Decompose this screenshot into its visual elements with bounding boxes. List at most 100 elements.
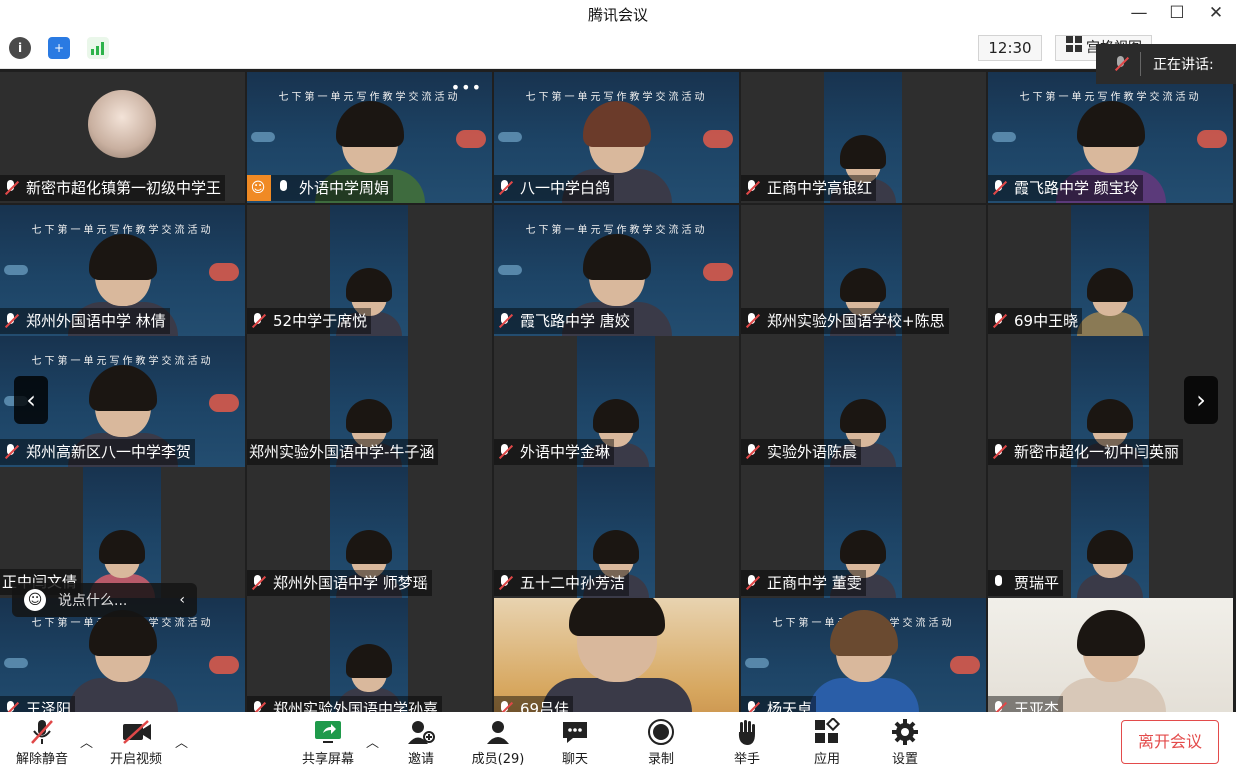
mic-muted-icon [990,179,1008,197]
participant-name: 实验外语陈晨 [767,443,858,461]
participant-tile[interactable]: 外语中学金琳 [494,336,739,467]
participant-tile[interactable]: 七下第一单元写作教学交流活动 ••• ☺ 外语中学周娟 [247,72,492,203]
members-label: 成员(29) [471,752,525,767]
participant-name: 霞飞路中学 唐姣 [520,312,630,330]
maximize-button[interactable]: ☐ [1164,2,1190,24]
mic-muted-icon [496,179,514,197]
participant-tile[interactable]: 正商中学高银红 [741,72,986,203]
meeting-controls: 解除静音 ︿ 开启视频 ︿ 共享屏幕 ︿ 邀请 成员(29) 聊天 录制 举手 … [0,712,1236,775]
meeting-toolbar: i + 12:30 宫格视图 [0,28,1236,69]
participant-name: 正商中学高银红 [767,179,873,197]
participant-tile[interactable]: 贾瑞平 [988,467,1233,598]
mic-muted-icon [27,718,57,746]
invite-label: 邀请 [407,752,434,767]
shield-icon[interactable]: + [48,37,70,59]
participant-tile[interactable]: 五十二中孙芳洁 [494,467,739,598]
video-options-chevron-icon[interactable]: ︿ [175,732,188,751]
share-label: 共享屏幕 [301,752,354,767]
participant-tile[interactable]: 新密市超化镇第一初级中学王 [0,72,245,203]
more-options-icon[interactable]: ••• [451,78,482,97]
participant-name: 外语中学周娟 [299,179,390,197]
next-page-button[interactable]: › [1184,376,1218,424]
close-button[interactable]: ✕ [1203,2,1229,24]
leave-meeting-button[interactable]: 离开会议 [1121,720,1219,764]
speaking-label: 正在讲话: [1153,57,1214,73]
invite-button[interactable]: 邀请 [398,718,444,767]
participant-tile[interactable]: 69中王晓 [988,205,1233,336]
participant-name: 郑州外国语中学 林倩 [26,312,166,330]
apps-button[interactable]: 应用 [804,718,850,767]
raise-hand-button[interactable]: 举手 [724,718,770,767]
participant-tile[interactable]: 王亚杰 [988,598,1233,712]
mic-muted-icon [743,312,761,330]
mic-muted-icon [249,312,267,330]
chat-button[interactable]: 聊天 [552,718,598,767]
members-button[interactable]: 成员(29) [468,718,528,767]
participant-name: 杨天卓 [767,700,813,712]
participant-name: 69吕佳 [520,700,570,712]
info-icon[interactable]: i [9,37,31,59]
participant-tile[interactable]: 郑州实验外国语学校+陈思 [741,205,986,336]
mic-muted-icon [743,700,761,712]
grid-icon [1066,36,1082,60]
participant-name: 五十二中孙芳洁 [520,574,626,592]
participant-name: 郑州实验外国语中学孙嘉 [273,700,439,712]
chat-bubble-icon [560,718,590,746]
participant-tile[interactable]: 七下第一单元写作教学交流活动 霞飞路中学 唐姣 [494,205,739,336]
camera-off-icon [121,718,151,746]
share-options-chevron-icon[interactable]: ︿ [366,732,379,751]
collapse-chevron-icon[interactable]: ‹ [179,592,185,608]
chat-placeholder: 说点什么... [58,593,128,609]
meeting-clock: 12:30 [978,35,1042,61]
mic-muted-icon [496,700,514,712]
prev-page-button[interactable]: ‹ [14,376,48,424]
members-icon [483,718,513,746]
mic-muted-icon [496,443,514,461]
mic-muted-icon [2,700,20,712]
start-video-button[interactable]: 开启视频 [106,718,166,767]
audio-options-chevron-icon[interactable]: ︿ [80,732,93,751]
participant-name: 郑州实验外国语中学-牛子涵 [249,443,435,461]
unmute-button[interactable]: 解除静音 [12,718,72,767]
record-label: 录制 [647,752,674,767]
apps-icon [812,718,842,746]
participant-tile[interactable]: 郑州实验外国语中学孙嘉 [247,598,492,712]
record-icon [646,718,676,746]
chat-quick-input[interactable]: ☺ 说点什么... ‹ [12,583,197,617]
mic-muted-icon [496,312,514,330]
mic-muted-icon [743,179,761,197]
participant-tile[interactable]: 七下第一单元写作教学交流活动 八一中学白鸽 [494,72,739,203]
speaking-indicator: 正在讲话: [1096,44,1236,84]
participant-tile[interactable]: 正商中学 董雯 [741,467,986,598]
participant-tile[interactable]: 七下第一单元写作教学交流活动 杨天卓 [741,598,986,712]
participant-tile[interactable]: 郑州实验外国语中学-牛子涵 [247,336,492,467]
settings-label: 设置 [891,752,918,767]
participant-tile[interactable]: 69吕佳 [494,598,739,712]
participant-name: 王亚杰 [1014,700,1060,712]
mic-muted-icon [743,443,761,461]
participant-name: 郑州高新区八一中学李贺 [26,443,192,461]
participant-tile[interactable]: 七下第一单元写作教学交流活动 郑州外国语中学 林倩 [0,205,245,336]
participant-tile[interactable]: 52中学于席悦 [247,205,492,336]
participant-name: 贾瑞平 [1014,574,1060,592]
invite-user-icon [406,718,436,746]
mic-muted-icon [249,574,267,592]
record-button[interactable]: 录制 [638,718,684,767]
mic-on-icon [275,179,293,197]
share-screen-button[interactable]: 共享屏幕 [298,718,358,767]
participant-tile[interactable]: 实验外语陈晨 [741,336,986,467]
participant-tile[interactable]: 正中闫文倩 [0,467,245,598]
mic-muted-icon [743,574,761,592]
participant-name: 新密市超化一初中闫英丽 [1014,443,1180,461]
participant-tile[interactable]: 郑州外国语中学 师梦瑶 [247,467,492,598]
mic-muted-icon [990,700,1008,712]
smiley-icon[interactable]: ☺ [24,589,46,611]
mic-muted-icon [2,179,20,197]
participant-tile[interactable]: 七下第一单元写作教学交流活动 霞飞路中学 颜宝玲 [988,72,1233,203]
video-label: 开启视频 [109,752,162,767]
participant-name: 52中学于席悦 [273,312,368,330]
title-bar: 腾讯会议 — ☐ ✕ [0,0,1236,28]
minimize-button[interactable]: — [1126,2,1152,24]
settings-button[interactable]: 设置 [882,718,928,767]
signal-icon[interactable] [87,37,109,59]
